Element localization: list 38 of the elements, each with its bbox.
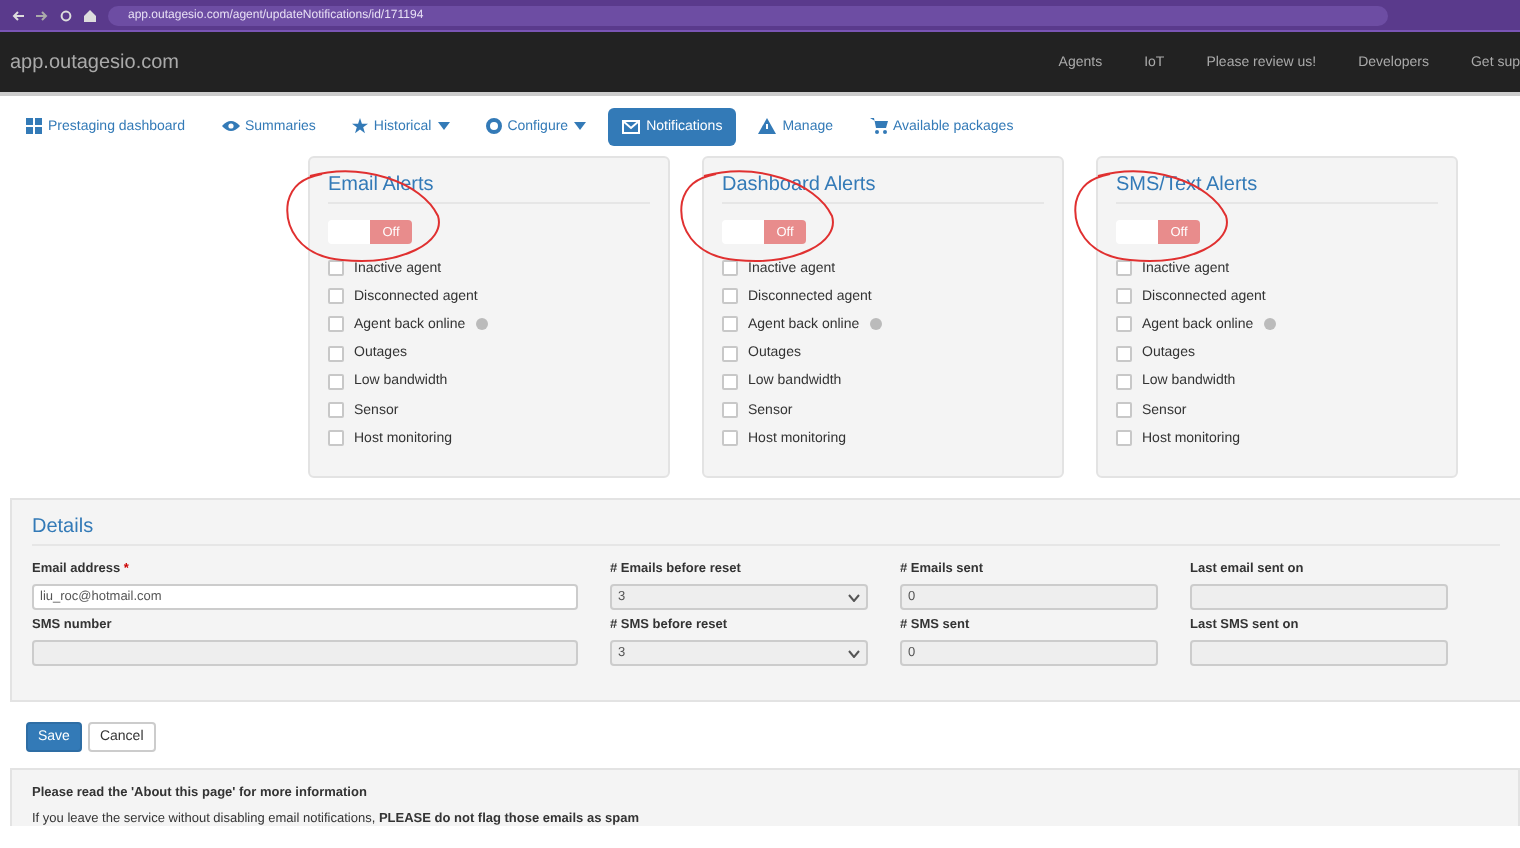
help-icon[interactable] (475, 318, 488, 331)
checkbox[interactable] (1116, 288, 1132, 305)
warning-icon (758, 118, 777, 134)
eye-icon (221, 120, 239, 132)
help-icon[interactable] (869, 318, 882, 331)
forward-arrow-icon[interactable] (36, 9, 48, 21)
chevron-icon (848, 593, 860, 601)
checkbox[interactable] (1116, 402, 1132, 419)
checkbox[interactable] (722, 288, 738, 305)
help-icon[interactable] (1263, 318, 1276, 331)
checkbox[interactable] (328, 373, 344, 390)
checkbox[interactable] (1116, 373, 1132, 390)
checkbox[interactable] (722, 430, 738, 447)
checkbox[interactable] (1116, 316, 1132, 333)
checkbox[interactable] (722, 260, 738, 277)
home-icon[interactable] (84, 9, 96, 21)
checkbox[interactable] (1116, 260, 1132, 277)
grid-icon (26, 118, 42, 134)
checkbox[interactable] (722, 345, 738, 362)
cart-icon (869, 118, 887, 134)
checkbox[interactable] (328, 288, 344, 305)
checkbox[interactable] (722, 373, 738, 390)
brand-link[interactable]: app.outagesio.com (10, 51, 1017, 73)
envelope-icon (622, 119, 641, 133)
checkbox[interactable] (1116, 345, 1132, 362)
checkbox[interactable] (1116, 430, 1132, 447)
checkbox[interactable] (328, 430, 344, 447)
back-arrow-icon[interactable] (12, 9, 24, 21)
checkbox[interactable] (722, 316, 738, 333)
checkbox[interactable] (328, 345, 344, 362)
chevron-icon (848, 649, 860, 657)
section-title: Details (32, 516, 1500, 546)
checkbox[interactable] (328, 260, 344, 277)
star-icon (351, 118, 368, 134)
checkbox[interactable] (722, 402, 738, 419)
reload-icon[interactable] (60, 9, 72, 21)
checkbox[interactable] (328, 316, 344, 333)
checkbox[interactable] (328, 402, 344, 419)
